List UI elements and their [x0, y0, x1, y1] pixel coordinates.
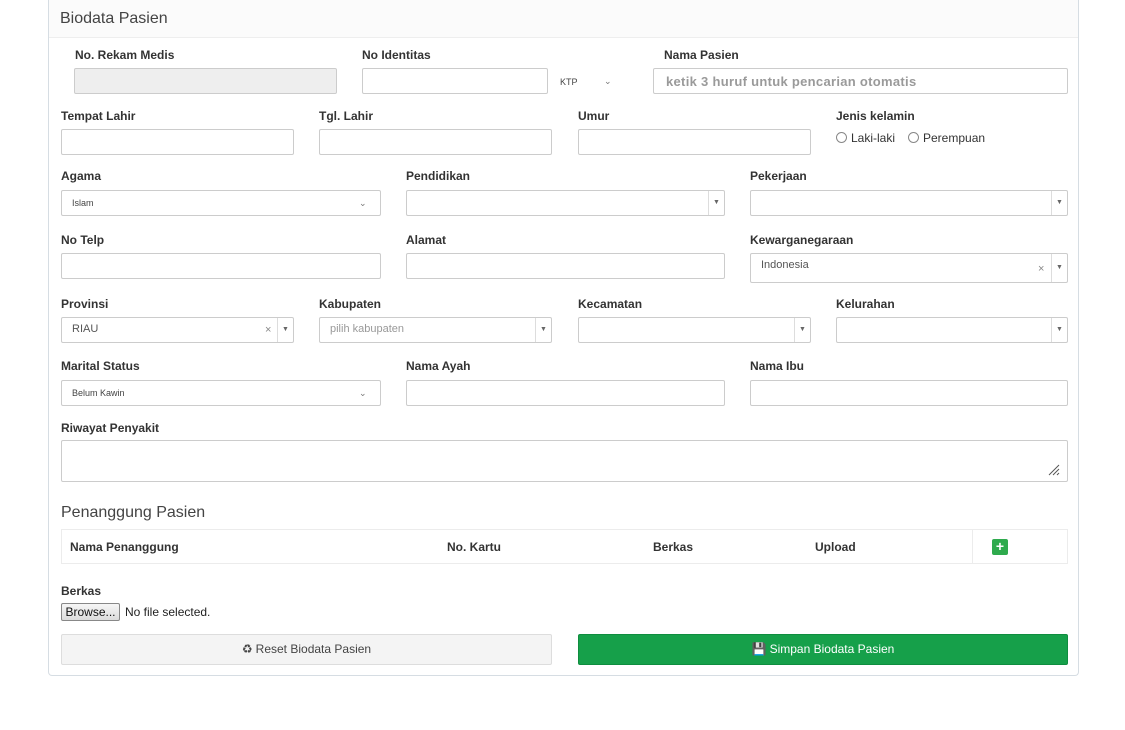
label-berkas: Berkas	[61, 584, 102, 598]
radio-perempuan[interactable]: Perempuan	[908, 131, 985, 145]
add-penanggung-button[interactable]: +	[992, 539, 1008, 555]
reset-button-label: Reset Biodata Pasien	[255, 642, 372, 656]
dropdown-arrow-icon: ▼	[277, 318, 293, 342]
nama-pasien-placeholder: ketik 3 huruf untuk pencarian otomatis	[666, 74, 917, 89]
pendidikan-select[interactable]: ▼	[406, 190, 725, 216]
nama-pasien-input[interactable]: ketik 3 huruf untuk pencarian otomatis	[653, 68, 1068, 94]
label-riwayat-penyakit: Riwayat Penyakit	[61, 421, 160, 435]
identitas-type-select[interactable]: KTP ⌄	[548, 68, 625, 94]
provinsi-select[interactable]: RIAU × ▼	[61, 317, 294, 343]
panel-title: Biodata Pasien	[49, 0, 1078, 38]
dropdown-arrow-icon: ▼	[1051, 318, 1067, 342]
umur-input[interactable]	[578, 129, 811, 155]
chevron-down-icon: ⌄	[604, 76, 612, 86]
chevron-down-icon: ⌄	[359, 198, 367, 208]
marital-status-select[interactable]: Belum Kawin ⌄	[61, 380, 381, 406]
kewarganegaraan-value: Indonesia	[761, 259, 809, 271]
biodata-panel: Biodata Pasien No. Rekam Medis No Identi…	[48, 0, 1079, 676]
radio-perempuan-label: Perempuan	[923, 131, 986, 145]
label-no-telp: No Telp	[61, 233, 105, 247]
clear-x-icon[interactable]: ×	[1038, 263, 1044, 275]
save-biodata-button[interactable]: 💾 Simpan Biodata Pasien	[578, 634, 1068, 665]
rekam-medis-input	[74, 68, 337, 94]
label-provinsi: Provinsi	[61, 297, 109, 311]
label-no-identitas: No Identitas	[362, 48, 431, 62]
floppy-disk-icon: 💾	[751, 642, 767, 656]
dropdown-arrow-icon: ▼	[1051, 191, 1067, 215]
pekerjaan-select[interactable]: ▼	[750, 190, 1068, 216]
col-berkas: Berkas	[653, 540, 694, 554]
label-nama-ibu: Nama Ibu	[750, 359, 805, 373]
radio-laki-laki[interactable]: Laki-laki	[836, 131, 895, 145]
resize-grip-icon[interactable]	[1046, 462, 1060, 476]
column-divider	[972, 530, 973, 563]
kecamatan-select[interactable]: ▼	[578, 317, 811, 343]
label-marital-status: Marital Status	[61, 359, 140, 373]
label-pekerjaan: Pekerjaan	[750, 169, 807, 183]
no-file-text: No file selected.	[125, 605, 211, 619]
label-nama-ayah: Nama Ayah	[406, 359, 471, 373]
save-button-label: Simpan Biodata Pasien	[769, 642, 895, 656]
dropdown-arrow-icon: ▼	[535, 318, 551, 342]
label-alamat: Alamat	[406, 233, 447, 247]
nama-ibu-input[interactable]	[750, 380, 1068, 406]
dropdown-arrow-icon: ▼	[1051, 254, 1067, 282]
penanggung-title: Penanggung Pasien	[61, 504, 206, 521]
agama-value: Islam	[72, 198, 94, 208]
label-tgl-lahir: Tgl. Lahir	[319, 109, 373, 123]
riwayat-penyakit-textarea[interactable]	[61, 440, 1068, 482]
radio-circle-icon	[836, 132, 847, 143]
marital-status-value: Belum Kawin	[72, 388, 125, 398]
no-telp-input[interactable]	[61, 253, 381, 279]
reset-biodata-button[interactable]: ♻ Reset Biodata Pasien	[61, 634, 552, 665]
label-rekam-medis: No. Rekam Medis	[75, 48, 175, 62]
tempat-lahir-input[interactable]	[61, 129, 294, 155]
dropdown-arrow-icon: ▼	[794, 318, 810, 342]
label-kewarganegaraan: Kewarganegaraan	[750, 233, 854, 247]
provinsi-value: RIAU	[72, 323, 99, 335]
kabupaten-placeholder: pilih kabupaten	[330, 323, 405, 335]
label-pendidikan: Pendidikan	[406, 169, 471, 183]
dropdown-arrow-icon: ▼	[708, 191, 724, 215]
label-kabupaten: Kabupaten	[319, 297, 382, 311]
kelurahan-select[interactable]: ▼	[836, 317, 1068, 343]
agama-select[interactable]: Islam ⌄	[61, 190, 381, 216]
label-tempat-lahir: Tempat Lahir	[61, 109, 136, 123]
browse-button[interactable]: Browse...	[61, 603, 120, 621]
label-nama-pasien: Nama Pasien	[664, 48, 739, 62]
col-upload: Upload	[815, 540, 856, 554]
kabupaten-select[interactable]: pilih kabupaten ▼	[319, 317, 552, 343]
label-agama: Agama	[61, 169, 102, 183]
recycle-icon: ♻	[241, 642, 253, 656]
identitas-type-value: KTP	[560, 77, 578, 87]
radio-circle-icon	[908, 132, 919, 143]
kewarganegaraan-select[interactable]: Indonesia × ▼	[750, 253, 1068, 283]
chevron-down-icon: ⌄	[359, 388, 367, 398]
alamat-input[interactable]	[406, 253, 725, 279]
clear-x-icon[interactable]: ×	[265, 324, 271, 336]
label-kelurahan: Kelurahan	[836, 297, 895, 311]
no-identitas-input[interactable]	[362, 68, 548, 94]
nama-ayah-input[interactable]	[406, 380, 725, 406]
col-no-kartu: No. Kartu	[447, 540, 501, 554]
col-nama-penanggung: Nama Penanggung	[70, 540, 179, 554]
penanggung-table-header: Nama Penanggung No. Kartu Berkas Upload …	[61, 529, 1068, 564]
tgl-lahir-input[interactable]	[319, 129, 552, 155]
label-kecamatan: Kecamatan	[578, 297, 643, 311]
label-jenis-kelamin: Jenis kelamin	[836, 109, 915, 123]
label-umur: Umur	[578, 109, 610, 123]
radio-laki-laki-label: Laki-laki	[851, 131, 896, 145]
